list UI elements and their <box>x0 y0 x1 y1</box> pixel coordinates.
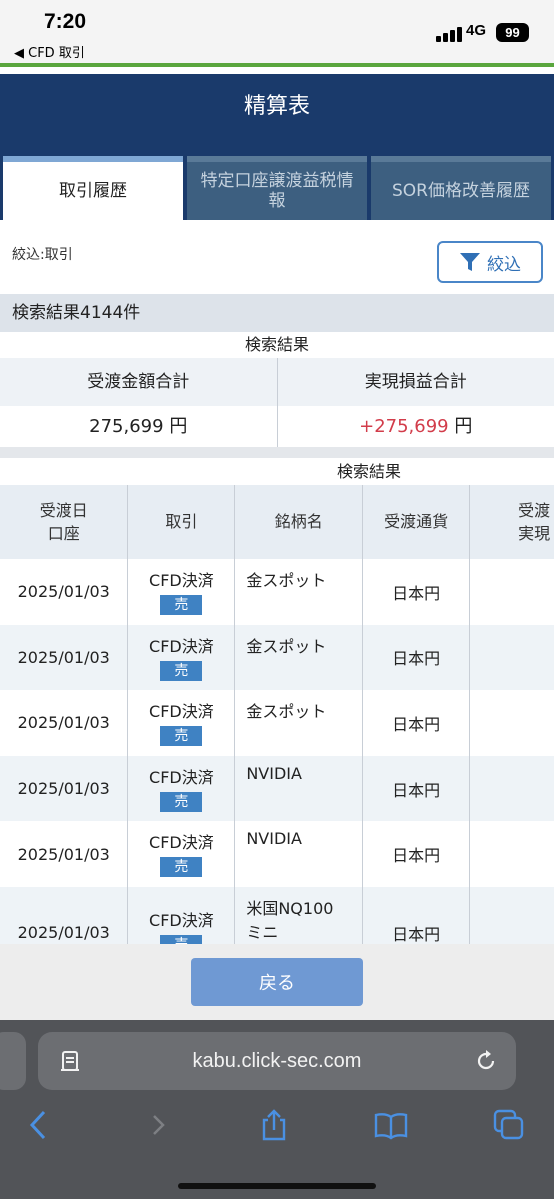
table-row[interactable]: 2025/01/03 CFD決済売 米国NQ100ミニ 日本円 <box>0 886 554 944</box>
row-currency: 日本円 <box>362 886 471 944</box>
row-name: 米国NQ100 ミニ <box>234 886 364 944</box>
summary-delivery-total: 275,699 円 <box>0 406 278 447</box>
status-bar: 7:20 ◀ CFD 取引 4G 99 <box>0 0 554 67</box>
sell-badge: 売 <box>160 791 203 812</box>
tab-bar: 取引履歴 特定口座譲渡益税情報 SOR価格改善履歴 <box>0 140 554 220</box>
address-bar[interactable]: kabu.click-sec.com <box>38 1032 516 1090</box>
filter-label: 絞込:取引 <box>12 247 73 263</box>
row-currency: 日本円 <box>362 821 471 887</box>
summary-caption: 検索結果 <box>0 332 554 358</box>
network-type: 4G <box>466 22 487 39</box>
col-header-name: 銘柄名 <box>234 485 364 559</box>
sell-badge: 売 <box>160 934 203 944</box>
back-to-app-link[interactable]: ◀ CFD 取引 <box>14 42 85 61</box>
status-time: 7:20 <box>44 10 87 33</box>
signal-icon <box>436 26 464 42</box>
bottom-action-bar: 戻る <box>0 944 554 1020</box>
row-trade: CFD決済売 <box>127 886 236 944</box>
filter-button[interactable]: 絞込 <box>437 241 543 283</box>
row-trade: CFD決済売 <box>127 624 236 691</box>
row-date: 2025/01/03 <box>0 690 129 756</box>
col-header-extra: 受渡 実現 <box>469 485 554 559</box>
tab-sor-history[interactable]: SOR価格改善履歴 <box>371 156 551 220</box>
row-extra <box>469 821 554 887</box>
results-table-container[interactable]: 検索結果 受渡日 口座 取引 銘柄名 受渡通貨 受渡 実現 2025/01/03 C… <box>0 458 554 944</box>
row-currency: 日本円 <box>362 690 471 756</box>
summary-realized-total: +275,699 円 <box>359 416 473 437</box>
row-extra <box>469 690 554 756</box>
forward-arrow-icon[interactable] <box>142 1108 176 1142</box>
back-button[interactable]: 戻る <box>191 958 363 1006</box>
row-name: NVIDIA <box>234 821 364 887</box>
row-trade: CFD決済売 <box>127 690 236 756</box>
row-date: 2025/01/03 <box>0 755 129 822</box>
table-row[interactable]: 2025/01/03 CFD決済売 金スポット 日本円 <box>0 559 554 625</box>
table-row[interactable]: 2025/01/03 CFD決済売 NVIDIA 日本円 <box>0 755 554 822</box>
summary-table: 検索結果 受渡金額合計 実現損益合計 275,699 円 +275,699 円 <box>0 332 554 447</box>
col-header-trade: 取引 <box>127 485 236 559</box>
row-name: 金スポット <box>234 624 364 691</box>
row-extra <box>469 559 554 625</box>
results-table: 受渡日 口座 取引 銘柄名 受渡通貨 受渡 実現 2025/01/03 CFD決済売… <box>0 485 554 944</box>
row-extra <box>469 755 554 822</box>
col-header-currency: 受渡通貨 <box>362 485 471 559</box>
row-trade: CFD決済売 <box>127 755 236 822</box>
url-text: kabu.click-sec.com <box>192 1050 362 1072</box>
page-title: 精算表 <box>0 74 554 140</box>
back-arrow-icon[interactable] <box>22 1108 56 1142</box>
row-trade: CFD決済売 <box>127 559 236 625</box>
browser-toolbar: kabu.click-sec.com <box>0 1020 554 1199</box>
row-extra <box>469 624 554 691</box>
row-currency: 日本円 <box>362 755 471 822</box>
results-caption: 検索結果 <box>337 462 402 481</box>
row-name: 金スポット <box>234 690 364 756</box>
battery-icon: 99 <box>496 23 529 42</box>
page-load-bar <box>0 63 554 67</box>
table-row[interactable]: 2025/01/03 CFD決済売 NVIDIA 日本円 <box>0 821 554 887</box>
table-row[interactable]: 2025/01/03 CFD決済売 金スポット 日本円 <box>0 624 554 691</box>
reload-icon[interactable] <box>474 1049 498 1073</box>
tab-trade-history[interactable]: 取引履歴 <box>3 156 183 220</box>
filter-icon <box>460 253 480 271</box>
row-name: NVIDIA <box>234 755 364 822</box>
result-count: 検索結果4144件 <box>0 294 554 332</box>
sell-badge: 売 <box>160 857 203 878</box>
row-date: 2025/01/03 <box>0 886 129 944</box>
home-indicator <box>178 1183 376 1189</box>
row-extra <box>469 886 554 944</box>
sell-badge: 売 <box>160 595 203 615</box>
section-divider <box>0 447 554 458</box>
row-name: 金スポット <box>234 559 364 625</box>
filter-row: 絞込:取引 絞込 <box>0 220 554 294</box>
sell-badge: 売 <box>160 726 203 747</box>
row-date: 2025/01/03 <box>0 559 129 625</box>
sell-badge: 売 <box>160 660 203 681</box>
previous-tab-preview[interactable] <box>0 1032 26 1090</box>
tab-tax-info[interactable]: 特定口座譲渡益税情報 <box>187 156 367 220</box>
row-date: 2025/01/03 <box>0 624 129 691</box>
tabs-icon[interactable] <box>492 1108 526 1142</box>
row-currency: 日本円 <box>362 624 471 691</box>
filter-button-label: 絞込 <box>487 254 521 275</box>
col-header-date-account: 受渡日 口座 <box>0 485 129 559</box>
row-currency: 日本円 <box>362 559 471 625</box>
summary-header-delivery-total: 受渡金額合計 <box>0 358 278 406</box>
row-date: 2025/01/03 <box>0 821 129 887</box>
bookmarks-icon[interactable] <box>374 1108 408 1142</box>
summary-header-realized-total: 実現損益合計 <box>364 372 467 392</box>
row-trade: CFD決済売 <box>127 821 236 887</box>
share-icon[interactable] <box>257 1108 291 1142</box>
table-row[interactable]: 2025/01/03 CFD決済売 金スポット 日本円 <box>0 690 554 756</box>
